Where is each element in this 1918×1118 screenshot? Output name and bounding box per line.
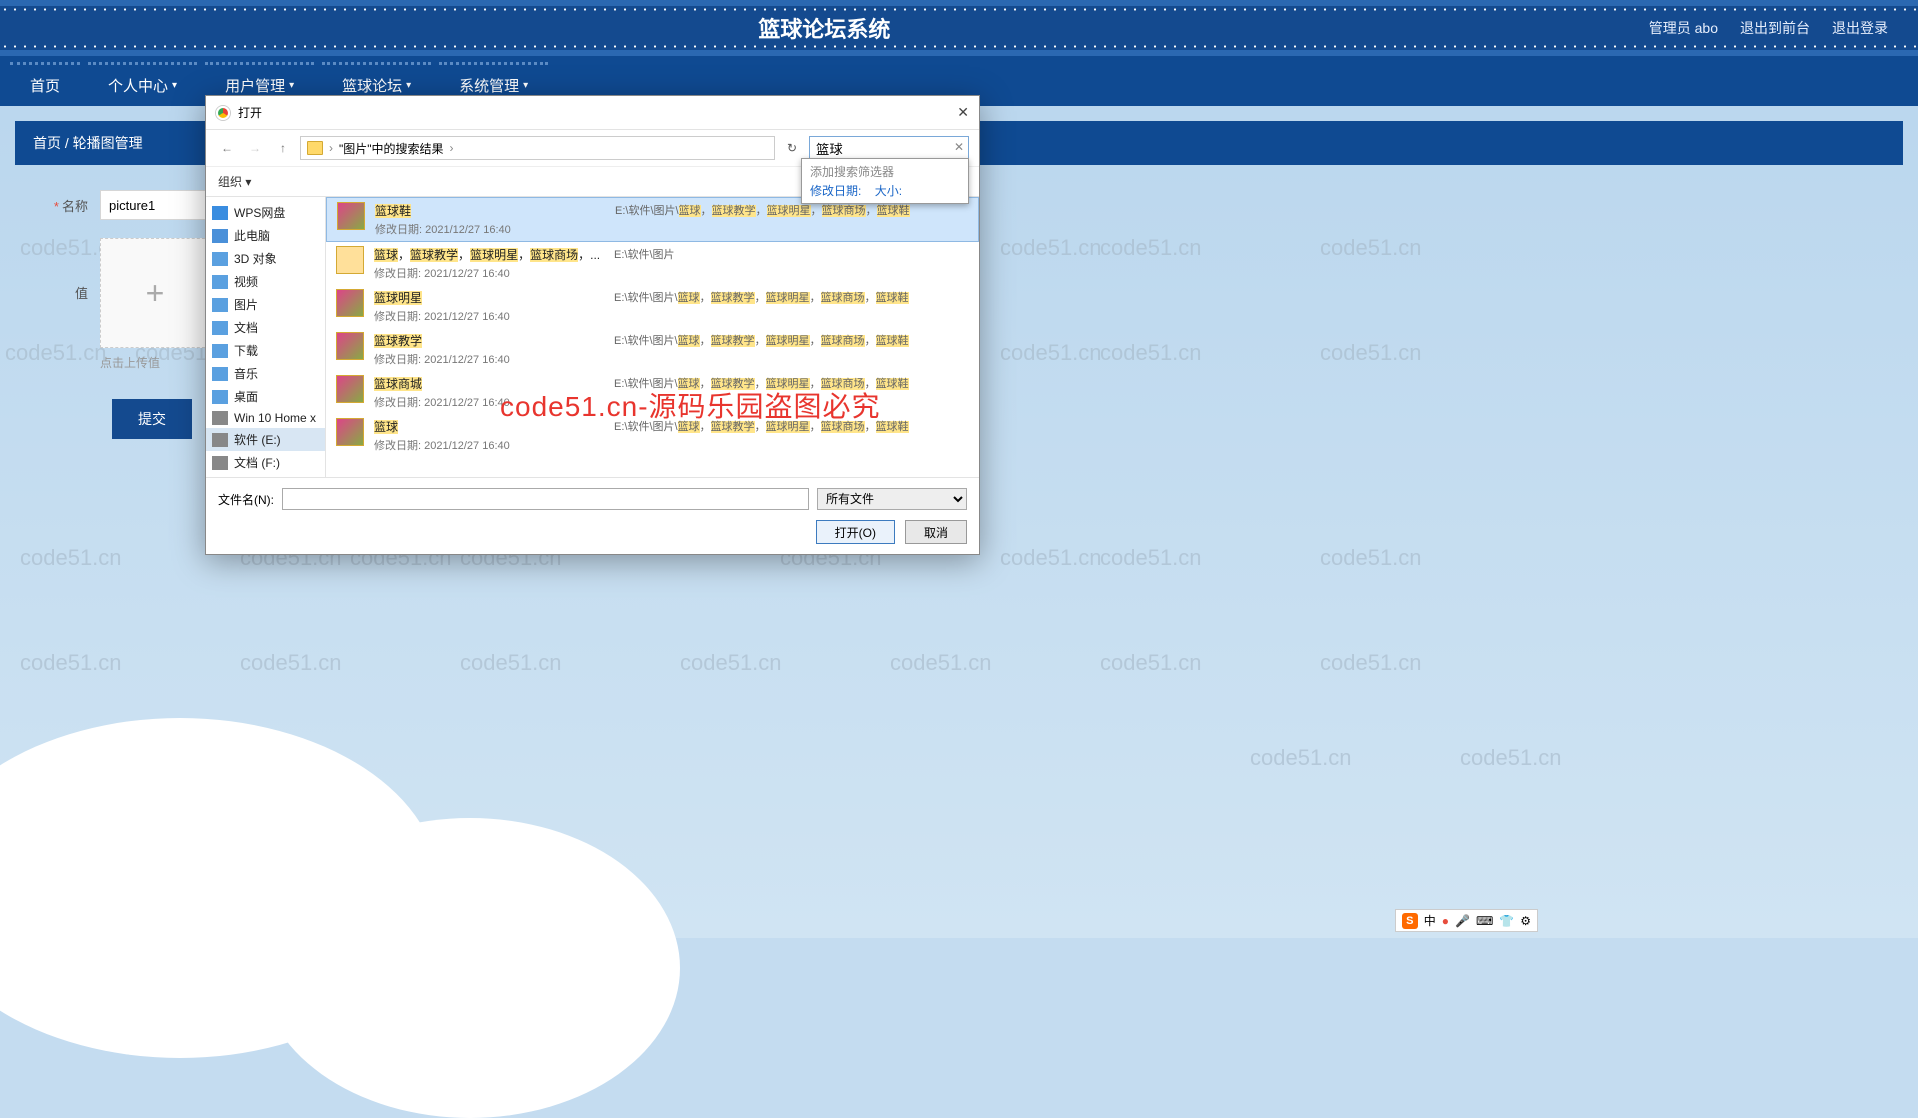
filename-label: 文件名(N): <box>218 491 274 508</box>
tree-item[interactable]: 文档 (F:) <box>206 451 325 474</box>
tree-item[interactable]: 3D 对象 <box>206 247 325 270</box>
tree-item[interactable]: WPS网盘 <box>206 201 325 224</box>
file-list: 篮球鞋修改日期: 2021/12/27 16:40E:\软件\图片\篮球，篮球教… <box>326 197 979 477</box>
filter-date[interactable]: 修改日期: <box>810 184 861 198</box>
breadcrumb-current: 轮播图管理 <box>73 135 143 151</box>
folder-tree: WPS网盘此电脑3D 对象视频图片文档下载音乐桌面Win 10 Home x软件… <box>206 197 326 477</box>
name-label: 名称 <box>62 199 88 214</box>
nav-home[interactable]: 首页 <box>10 62 80 106</box>
file-row[interactable]: 篮球教学修改日期: 2021/12/27 16:40E:\软件\图片\篮球，篮球… <box>326 328 979 371</box>
submit-button[interactable]: 提交 <box>112 399 192 439</box>
name-input[interactable] <box>100 190 210 220</box>
exit-front-link[interactable]: 退出到前台 <box>1740 18 1810 38</box>
chevron-down-icon: ▾ <box>289 80 294 91</box>
back-icon[interactable]: ← <box>216 137 238 159</box>
file-row[interactable]: 篮球明星修改日期: 2021/12/27 16:40E:\软件\图片\篮球，篮球… <box>326 285 979 328</box>
tree-item[interactable]: 图片 <box>206 293 325 316</box>
value-label: 值 <box>75 286 88 301</box>
file-row[interactable]: 篮球修改日期: 2021/12/27 16:40E:\软件\图片\篮球，篮球教学… <box>326 414 979 457</box>
refresh-icon[interactable]: ↻ <box>781 137 803 159</box>
sogou-icon: S <box>1402 913 1418 929</box>
chevron-down-icon: ▾ <box>523 80 528 91</box>
folder-icon <box>307 141 323 155</box>
tree-item[interactable]: 此电脑 <box>206 224 325 247</box>
search-input[interactable] <box>809 136 969 160</box>
open-button[interactable]: 打开(O) <box>816 520 895 544</box>
clear-search-icon[interactable]: ✕ <box>954 140 964 154</box>
forward-icon[interactable]: → <box>244 137 266 159</box>
tree-item[interactable]: 音乐 <box>206 362 325 385</box>
chevron-down-icon: ▾ <box>406 80 411 91</box>
filename-input[interactable] <box>282 488 809 510</box>
user-label[interactable]: 管理员 abo <box>1649 18 1718 38</box>
cancel-button[interactable]: 取消 <box>905 520 967 544</box>
plus-icon: + <box>146 275 165 312</box>
tree-item[interactable]: 下载 <box>206 339 325 362</box>
file-open-dialog: 打开 ✕ ← → ↑ › "图片"中的搜索结果 › ↻ ✕ 添加搜索筛选器 修改… <box>205 95 980 555</box>
file-row[interactable]: 篮球，篮球教学，篮球明星，篮球商场，...修改日期: 2021/12/27 16… <box>326 242 979 285</box>
tree-item[interactable]: 桌面 <box>206 385 325 408</box>
chevron-down-icon: ▾ <box>172 80 177 91</box>
breadcrumb-home[interactable]: 首页 <box>33 135 61 151</box>
filetype-select[interactable]: 所有文件 <box>817 488 967 510</box>
upload-box[interactable]: + <box>100 238 210 348</box>
app-header: 篮球论坛系统 管理员 abo 退出到前台 退出登录 <box>0 0 1918 56</box>
up-icon[interactable]: ↑ <box>272 137 294 159</box>
tree-item[interactable]: 视频 <box>206 270 325 293</box>
tree-item[interactable]: 文档 <box>206 316 325 339</box>
logout-link[interactable]: 退出登录 <box>1832 18 1888 38</box>
nav-personal[interactable]: 个人中心▾ <box>88 62 197 106</box>
close-icon[interactable]: ✕ <box>957 104 969 121</box>
filter-size[interactable]: 大小: <box>875 184 902 198</box>
tree-item[interactable]: Win 10 Home x <box>206 408 325 428</box>
filter-dropdown: 添加搜索筛选器 修改日期: 大小: <box>801 158 969 204</box>
ime-bar[interactable]: S 中 ● 🎤 ⌨ 👕 ⚙ <box>1395 909 1538 932</box>
path-box[interactable]: › "图片"中的搜索结果 › <box>300 136 775 160</box>
app-title: 篮球论坛系统 <box>0 12 1649 44</box>
dialog-title: 打开 <box>238 104 262 121</box>
chrome-icon <box>216 106 230 120</box>
tree-item[interactable]: 软件 (E:) <box>206 428 325 451</box>
organize-menu[interactable]: 组织 ▾ <box>218 173 251 190</box>
file-row[interactable]: 篮球商城修改日期: 2021/12/27 16:40E:\软件\图片\篮球，篮球… <box>326 371 979 414</box>
upload-hint: 点击上传值 <box>100 354 210 371</box>
